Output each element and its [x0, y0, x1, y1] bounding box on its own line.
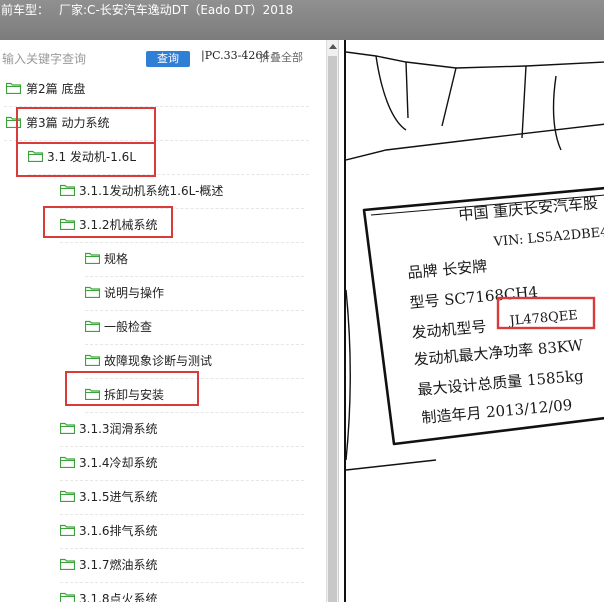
tree-scrollbar[interactable]	[326, 40, 338, 602]
folder-icon	[6, 82, 21, 94]
folder-icon	[60, 592, 75, 602]
folder-icon	[85, 252, 100, 264]
scrollbar-thumb[interactable]	[328, 56, 337, 602]
tree-item-description-operation[interactable]: 说明与操作	[85, 277, 304, 311]
folder-icon	[85, 286, 100, 298]
tree-item-ignition-system[interactable]: 3.1.8点火系统	[60, 583, 304, 602]
tree-item-label: 说明与操作	[104, 286, 165, 300]
highlight-box-removal	[65, 371, 199, 406]
document-image-panel: 中国 重庆长安汽车股 VIN: LS5A2DBE4 品牌 长安牌 型号 SC71…	[344, 40, 604, 602]
collapse-all-button[interactable]: 折叠全部	[259, 49, 303, 65]
folder-icon	[60, 422, 75, 434]
tree-item-label: 规格	[104, 252, 129, 266]
highlight-box-engine	[16, 142, 156, 177]
scroll-up-arrow-icon[interactable]	[329, 44, 337, 49]
tree-item-engine-overview[interactable]: 3.1.1发动机系统1.6L-概述	[60, 175, 304, 209]
folder-icon	[60, 184, 75, 196]
tree-item-label: 3.1.3润滑系统	[79, 422, 158, 436]
title-prefix: 前车型：	[1, 3, 50, 17]
tree-item-label: 3.1.1发动机系统1.6L-概述	[79, 184, 224, 198]
folder-icon	[60, 490, 75, 502]
folder-icon	[60, 456, 75, 468]
window-title-bar: 前车型： 厂家:C-长安汽车逸动DT（Eado DT）2018	[0, 0, 604, 40]
folder-icon	[60, 558, 75, 570]
tree-item-label: 3.1.8点火系统	[79, 592, 158, 602]
search-button[interactable]: 查询	[146, 51, 190, 67]
folder-icon	[85, 354, 100, 366]
tree-item-label: 一般检查	[104, 320, 153, 334]
tree-item-general-inspection[interactable]: 一般检查	[85, 311, 304, 345]
tree-item-cooling-system[interactable]: 3.1.4冷却系统	[60, 447, 304, 481]
tree-item-label: 3.1.6排气系统	[79, 524, 158, 538]
folder-icon	[85, 320, 100, 332]
tree-item-chassis[interactable]: 第2篇 底盘	[4, 73, 309, 107]
tree-item-fuel-system[interactable]: 3.1.7燃油系统	[60, 549, 304, 583]
folder-icon	[60, 524, 75, 536]
highlight-box-mechanical	[43, 206, 173, 238]
tree-item-specifications[interactable]: 规格	[85, 243, 304, 277]
tree-item-lubrication-system[interactable]: 3.1.3润滑系统	[60, 413, 304, 447]
highlight-box-powertrain	[16, 107, 156, 144]
tree-item-label: 3.1.5进气系统	[79, 490, 158, 504]
search-bar: 查询 |PC.33-4264 折叠全部	[0, 48, 326, 70]
tree-item-intake-system[interactable]: 3.1.5进气系统	[60, 481, 304, 515]
tree-item-exhaust-system[interactable]: 3.1.6排气系统	[60, 515, 304, 549]
tree-item-label: 故障现象诊断与测试	[104, 354, 213, 368]
vehicle-nameplate-figure: 中国 重庆长安汽车股 VIN: LS5A2DBE4 品牌 长安牌 型号 SC71…	[346, 51, 604, 471]
tree-item-label: 第2篇 底盘	[26, 82, 86, 96]
keyword-search-input[interactable]	[2, 50, 140, 68]
vehicle-model-title: 厂家:C-长安汽车逸动DT（Eado DT）2018	[59, 3, 294, 17]
tree-item-label: 3.1.7燃油系统	[79, 558, 158, 572]
navigation-panel: 查询 |PC.33-4264 折叠全部 第2篇 底盘 第3篇 动力系统 3.1 …	[0, 40, 326, 602]
tree-item-label: 3.1.4冷却系统	[79, 456, 158, 470]
